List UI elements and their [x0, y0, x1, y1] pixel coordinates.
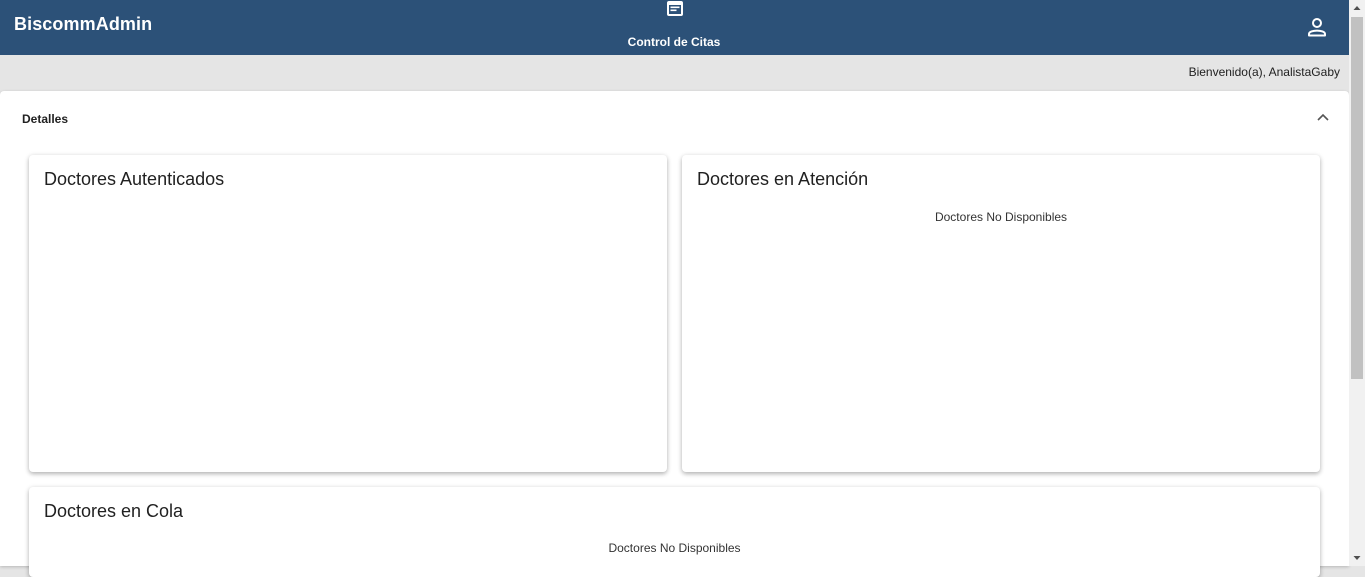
card-title: Doctores en Cola — [44, 501, 184, 521]
card-title: Doctores Autenticados — [44, 169, 225, 189]
card-doctores-en-atencion: Doctores en Atención Doctores No Disponi… — [682, 155, 1320, 472]
chevron-up-icon[interactable] — [1313, 107, 1333, 127]
scrollbar-thumb[interactable] — [1351, 17, 1363, 379]
card-title: Doctores en Atención — [697, 169, 869, 189]
card-doctores-autenticados: Doctores Autenticados — [29, 155, 667, 472]
welcome-text: Bienvenido(a), AnalistaGaby — [1188, 65, 1340, 79]
calendar-note-icon — [667, 1, 683, 16]
scroll-down-arrow-icon[interactable] — [1349, 550, 1365, 566]
nav-control-de-citas[interactable]: Control de Citas — [614, 0, 734, 55]
app-brand[interactable]: BiscommAdmin — [14, 14, 152, 35]
nav-label: Control de Citas — [627, 35, 721, 49]
top-app-bar: BiscommAdmin Control de Citas — [0, 0, 1349, 55]
user-menu-button[interactable] — [1302, 12, 1332, 42]
welcome-bar: Bienvenido(a), AnalistaGaby — [0, 55, 1349, 91]
vertical-scrollbar[interactable] — [1349, 0, 1365, 566]
empty-message: Doctores No Disponibles — [934, 210, 1068, 224]
details-title: Detalles — [22, 112, 69, 126]
details-panel-header[interactable]: Detalles — [0, 91, 1349, 147]
person-icon — [1308, 18, 1326, 37]
card-doctores-en-cola: Doctores en Cola Doctores No Disponibles — [29, 487, 1320, 577]
details-panel: Detalles Doctores Autenticados Doctores … — [0, 91, 1349, 577]
empty-message: Doctores No Disponibles — [608, 541, 741, 555]
scroll-up-arrow-icon[interactable] — [1349, 0, 1365, 16]
